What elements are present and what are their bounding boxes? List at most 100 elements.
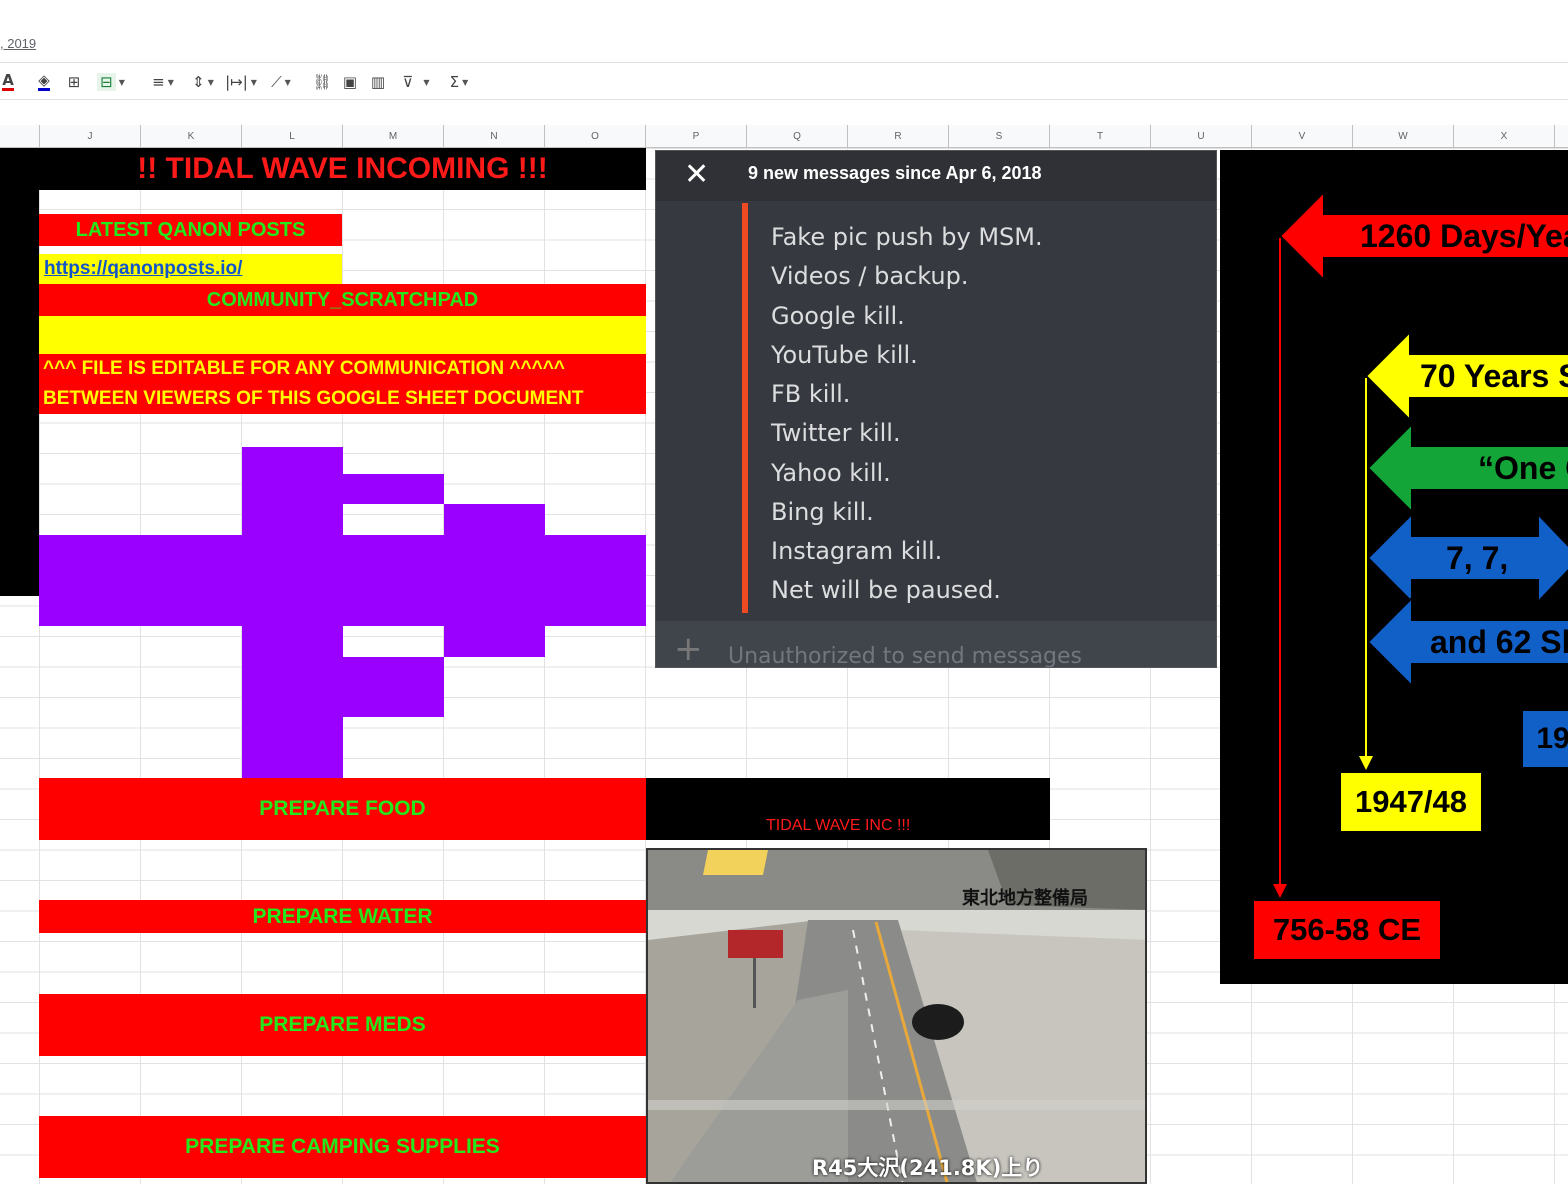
timeline-arrows xyxy=(1273,189,1568,898)
prepare-food-cell: PREPARE FOOD xyxy=(39,778,646,840)
tidal-wave-caption: TIDAL WAVE INC !!! xyxy=(766,817,911,834)
link-icon: ⛓ xyxy=(312,73,332,91)
chevron-down-icon: ▼ xyxy=(250,77,257,87)
functions-button[interactable]: Σ ▼ xyxy=(442,63,476,101)
toolbar: A ◈ ⊞ ⊟ ▼ ≡ ▼ ⇕ ▼ |↦| ▼ ⟋ ▼ ⛓ ▣ ▥ ⊽ ▼ Σ ▼ xyxy=(0,62,1568,100)
chat-message: Twitter kill. xyxy=(771,419,901,447)
text-wrap-icon: |↦| xyxy=(225,73,248,91)
borders-button[interactable]: ⊞ xyxy=(62,63,86,101)
comment-icon: ▣ xyxy=(342,73,358,91)
arrow-label-70: 70 Years S xyxy=(1420,358,1568,394)
filter-icon: ⊽ xyxy=(402,73,414,91)
chevron-down-icon: ▼ xyxy=(167,77,174,87)
column-headers: J K L M N O P Q R S T U V W X xyxy=(0,125,1568,148)
chat-message: Fake pic push by MSM. xyxy=(771,223,1043,251)
arrow-label-one: “One C xyxy=(1478,450,1568,486)
column-header-partial[interactable] xyxy=(0,125,40,147)
box-1947: 1947/48 xyxy=(1340,772,1482,832)
prepare-water-cell: PREPARE WATER xyxy=(39,900,646,933)
chart-icon: ▥ xyxy=(370,73,386,91)
text-wrapping-button[interactable]: |↦| ▼ xyxy=(224,63,258,101)
box-19: 19 xyxy=(1522,710,1568,768)
purple-block xyxy=(39,535,646,626)
column-header[interactable]: M xyxy=(343,125,444,147)
scratchpad-label: COMMUNITY_SCRATCHPAD xyxy=(39,284,646,316)
chat-message: Google kill. xyxy=(771,302,905,330)
yellow-cell-band[interactable] xyxy=(39,316,646,354)
purple-block xyxy=(343,474,444,504)
qanon-posts-link[interactable]: https://qanonposts.io/ xyxy=(44,258,242,280)
chat-message: Yahoo kill. xyxy=(771,459,891,487)
prepare-camping-cell: PREPARE CAMPING SUPPLIES xyxy=(39,1116,646,1178)
column-header[interactable]: W xyxy=(1353,125,1454,147)
column-header[interactable]: L xyxy=(242,125,343,147)
text-color-button[interactable]: A xyxy=(0,63,16,101)
borders-icon: ⊞ xyxy=(67,73,81,91)
chat-message: Videos / backup. xyxy=(771,262,969,290)
filter-button[interactable]: ⊽ ▼ xyxy=(396,63,436,101)
vertical-align-icon: ⇕ xyxy=(192,73,205,91)
chevron-down-icon: ▼ xyxy=(207,77,214,87)
vertical-align-button[interactable]: ⇕ ▼ xyxy=(186,63,220,101)
new-messages-banner: 9 new messages since Apr 6, 2018 xyxy=(748,163,1042,183)
text-rotation-button[interactable]: ⟋ ▼ xyxy=(264,63,298,101)
close-icon: ✕ xyxy=(684,157,710,192)
notice-line-1: ^^^ FILE IS EDITABLE FOR ANY COMMUNICATI… xyxy=(43,358,565,379)
insert-comment-button[interactable]: ▣ xyxy=(338,63,362,101)
chat-screenshot-image[interactable]: ✕ 9 new messages since Apr 6, 2018 Fake … xyxy=(655,150,1217,668)
top-bar xyxy=(0,0,1568,62)
horizontal-align-button[interactable]: ≡ ▼ xyxy=(146,63,180,101)
column-header[interactable]: Q xyxy=(747,125,848,147)
text-color-icon: A xyxy=(2,71,14,91)
column-header[interactable]: K xyxy=(141,125,242,147)
chat-message: YouTube kill. xyxy=(771,341,918,369)
chat-message: FB kill. xyxy=(771,380,851,408)
formula-bar[interactable] xyxy=(0,100,1568,126)
quote-bar xyxy=(742,203,748,613)
column-header[interactable]: R xyxy=(848,125,949,147)
purple-block xyxy=(343,657,444,717)
chat-message: Net will be paused. xyxy=(771,576,1001,604)
title-banner: !! TIDAL WAVE INCOMING !!! xyxy=(39,148,646,190)
chat-message: Instagram kill. xyxy=(771,537,943,565)
align-left-icon: ≡ xyxy=(152,73,165,91)
column-header[interactable]: V xyxy=(1252,125,1353,147)
merge-cells-icon: ⊟ xyxy=(97,73,116,91)
chevron-down-icon: ▼ xyxy=(118,77,125,87)
arrow-label-777: 7, 7, xyxy=(1446,540,1509,576)
column-header[interactable]: S xyxy=(949,125,1050,147)
chevron-down-icon: ▼ xyxy=(423,77,430,87)
timeline-image[interactable]: 1260 Days/Year 70 Years S “One C 7, 7, a… xyxy=(1220,150,1568,984)
arrow-label-1260: 1260 Days/Year xyxy=(1360,218,1568,254)
notice-line-2: BETWEEN VIEWERS OF THIS GOOGLE SHEET DOC… xyxy=(43,388,584,409)
column-header[interactable]: P xyxy=(646,125,747,147)
notice-banner: ^^^ FILE IS EDITABLE FOR ANY COMMUNICATI… xyxy=(39,354,646,414)
chat-message: Bing kill. xyxy=(771,498,874,526)
column-header[interactable]: T xyxy=(1050,125,1151,147)
sigma-icon: Σ xyxy=(449,73,460,91)
column-header[interactable]: J xyxy=(40,125,141,147)
qanon-posts-label: LATEST QANON POSTS xyxy=(39,214,342,246)
column-header[interactable]: U xyxy=(1151,125,1252,147)
last-edit-link[interactable]: , 2019 xyxy=(0,36,36,51)
arrow-label-62: and 62 Sh xyxy=(1430,624,1568,660)
photo-overlay-top: 東北地方整備局 xyxy=(962,888,1088,909)
tsunami-photo-image[interactable]: 東北地方整備局 R45大沢(241.8K)上り xyxy=(646,848,1147,1184)
insert-chart-button[interactable]: ▥ xyxy=(366,63,390,101)
prepare-meds-cell: PREPARE MEDS xyxy=(39,994,646,1056)
text-rotation-icon: ⟋ xyxy=(271,73,282,91)
paint-bucket-icon: ◈ xyxy=(38,71,50,91)
box-756: 756-58 CE xyxy=(1253,900,1441,960)
merge-cells-button[interactable]: ⊟ ▼ xyxy=(90,63,132,101)
chevron-down-icon: ▼ xyxy=(284,77,291,87)
black-cell-strip xyxy=(0,148,39,596)
chat-input-placeholder: Unauthorized to send messages xyxy=(728,644,1083,668)
column-header[interactable]: N xyxy=(444,125,545,147)
insert-link-button[interactable]: ⛓ xyxy=(310,63,334,101)
plus-icon: + xyxy=(674,629,703,668)
chevron-down-icon: ▼ xyxy=(462,77,469,87)
column-header[interactable]: O xyxy=(545,125,646,147)
column-header[interactable]: X xyxy=(1454,125,1555,147)
photo-overlay-bottom: R45大沢(241.8K)上り xyxy=(812,1156,1044,1180)
fill-color-button[interactable]: ◈ xyxy=(32,63,56,101)
